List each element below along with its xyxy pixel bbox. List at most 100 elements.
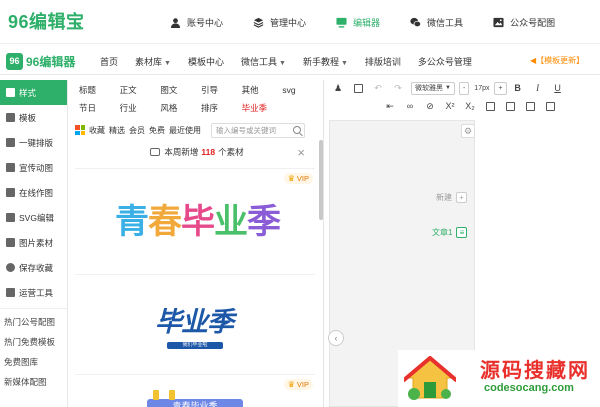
appnav-label: 多公众号管理 (417, 56, 472, 67)
table-shape (505, 101, 515, 111)
subscript-icon[interactable]: X₂ (463, 99, 477, 113)
sidebar-item-online-design[interactable]: 在线作图 (0, 180, 67, 205)
topnav-wechat-tools[interactable]: 微信工具 (410, 0, 463, 44)
category-festival[interactable]: 节日 (75, 102, 116, 114)
image-shape (525, 101, 535, 111)
redo-icon[interactable]: ↷ (391, 81, 405, 95)
text-indent-icon[interactable]: ⇤ (383, 99, 397, 113)
plus-icon: + (456, 192, 467, 203)
filter-featured[interactable]: 精选 (109, 125, 125, 136)
wechat-icon (410, 17, 422, 27)
sidebar-item-templates[interactable]: 模板 (0, 105, 67, 130)
gear-icon[interactable]: ⚙ (461, 124, 475, 138)
vip-badge: ♛ VIP (283, 173, 313, 184)
topnav-cover-images[interactable]: 公众号配图 (493, 0, 555, 44)
material-card[interactable]: ♛ VIP 青春毕业季 (75, 374, 315, 407)
category-graduation[interactable]: 毕业季 (238, 102, 279, 114)
monitor-icon (336, 17, 347, 28)
collapse-panel-button[interactable]: ‹ (328, 330, 344, 346)
appnav-wechat-tools[interactable]: 微信工具 ▼ (241, 55, 286, 68)
code-icon[interactable] (483, 99, 497, 113)
new-count: 118 (201, 147, 216, 157)
unlink-icon[interactable]: ⊘ (423, 99, 437, 113)
category-style[interactable]: 风格 (156, 102, 197, 114)
topnav-manage[interactable]: 管理中心 (253, 0, 306, 44)
sidebar-item-ops-tools[interactable]: 运营工具 (0, 280, 67, 305)
panel-scrollbar[interactable] (319, 140, 323, 220)
font-size-decrease[interactable]: - (458, 81, 470, 95)
sidebar-link-free-gallery[interactable]: 免费图库 (0, 352, 67, 372)
side-tool-label: 新建 (436, 193, 452, 202)
editor-logo[interactable]: 96 96编辑器 (6, 52, 75, 70)
search-icon[interactable] (293, 125, 301, 134)
material-card[interactable]: 毕业季 我们毕业啦 (75, 274, 315, 374)
font-family-value: 微软雅黑 (415, 85, 443, 92)
user-icon (170, 17, 181, 28)
topnav-account[interactable]: 账号中心 (170, 0, 223, 44)
bold-button[interactable]: B (511, 81, 525, 95)
sidebar-item-animated-images[interactable]: 宣传动图 (0, 155, 67, 180)
appnav-materials[interactable]: 素材库 ▼ (135, 55, 171, 68)
material-card[interactable]: ♛ VIP 青春毕业季 (75, 168, 315, 268)
superscript-icon[interactable]: X² (443, 99, 457, 113)
sidebar-link-hot-covers[interactable]: 热门公号配图 (0, 312, 67, 332)
sidebar-link-free-templates[interactable]: 热门免费模板 (0, 332, 67, 352)
new-article-button[interactable]: 新建 + (436, 192, 467, 203)
close-icon[interactable]: × (297, 145, 305, 160)
document-shape (353, 83, 363, 93)
appnav-home[interactable]: 首页 (100, 55, 118, 68)
article-1-tab[interactable]: 文章1 ≡ (432, 227, 468, 238)
filter-members[interactable]: 会员 (129, 125, 145, 136)
category-image-text[interactable]: 图文 (156, 84, 197, 96)
sidebar-item-svg-editor[interactable]: SVG编辑 (0, 205, 67, 230)
topnav-label: 微信工具 (427, 17, 464, 28)
toolbar-row-2: ⇤ ∞ ⊘ X² X₂ (383, 98, 563, 114)
template-update-notice[interactable]: ◀【模板更新】 (530, 55, 584, 66)
topnav-label: 账号中心 (187, 17, 224, 28)
font-size-value[interactable]: 17px (473, 82, 490, 95)
sidebar-item-image-materials[interactable]: 图片素材 (0, 230, 67, 255)
insert-image-icon[interactable] (523, 99, 537, 113)
sidebar-item-auto-layout[interactable]: 一键排版 (0, 130, 67, 155)
windows-logo-icon (75, 125, 85, 135)
appnav-templates[interactable]: 模板中心 (188, 55, 224, 68)
link-icon[interactable]: ∞ (403, 99, 417, 113)
category-other[interactable]: 其他 (238, 84, 279, 96)
caret-down-icon: ▼ (164, 59, 171, 67)
layers-icon (253, 17, 264, 28)
appnav-tutorials[interactable]: 新手教程 ▼ (303, 55, 348, 68)
sidebar-item-label: 一键排版 (19, 137, 54, 148)
table-icon[interactable] (503, 99, 517, 113)
category-svg[interactable]: svg (278, 84, 319, 96)
new-materials-banner: 本周新增 118 个素材 × (75, 144, 319, 160)
font-family-select[interactable]: 微软雅黑 ▼ (411, 81, 455, 95)
filter-favorites[interactable]: 收藏 (89, 125, 105, 136)
site-logo[interactable]: 96编辑宝 (8, 8, 85, 34)
sidebar-item-styles[interactable]: 样式 (0, 80, 67, 105)
category-body[interactable]: 正文 (116, 84, 157, 96)
italic-button[interactable]: I (531, 81, 545, 95)
sidebar-item-label: 运营工具 (19, 287, 54, 298)
appnav-multi-account[interactable]: 多公众号管理 (418, 55, 472, 68)
underline-button[interactable]: U (551, 81, 565, 95)
sidebar-link-new-media-images[interactable]: 新媒体配图 (0, 372, 67, 392)
font-size-increase[interactable]: + (494, 81, 507, 95)
topnav-editor[interactable]: 编辑器 (336, 0, 380, 44)
heart-icon (6, 263, 15, 272)
format-painter-icon[interactable]: ♟ (331, 81, 345, 95)
undo-icon[interactable]: ↶ (371, 81, 385, 95)
filter-free[interactable]: 免费 (149, 125, 165, 136)
gif-icon (6, 163, 15, 172)
sidebar-item-label: 模板 (19, 112, 37, 123)
sidebar-item-favorites[interactable]: 保存收藏 (0, 255, 67, 280)
category-title[interactable]: 标题 (75, 84, 116, 96)
chat-icon (150, 148, 161, 156)
insert-video-icon[interactable] (543, 99, 557, 113)
filter-recent[interactable]: 最近使用 (169, 125, 201, 136)
search-input[interactable]: 输入编号或关键词 (211, 122, 305, 138)
appnav-training[interactable]: 排版培训 (365, 55, 401, 68)
document-icon[interactable] (351, 81, 365, 95)
category-industry[interactable]: 行业 (116, 102, 157, 114)
category-guide[interactable]: 引导 (197, 84, 238, 96)
category-sort[interactable]: 排序 (197, 102, 238, 114)
